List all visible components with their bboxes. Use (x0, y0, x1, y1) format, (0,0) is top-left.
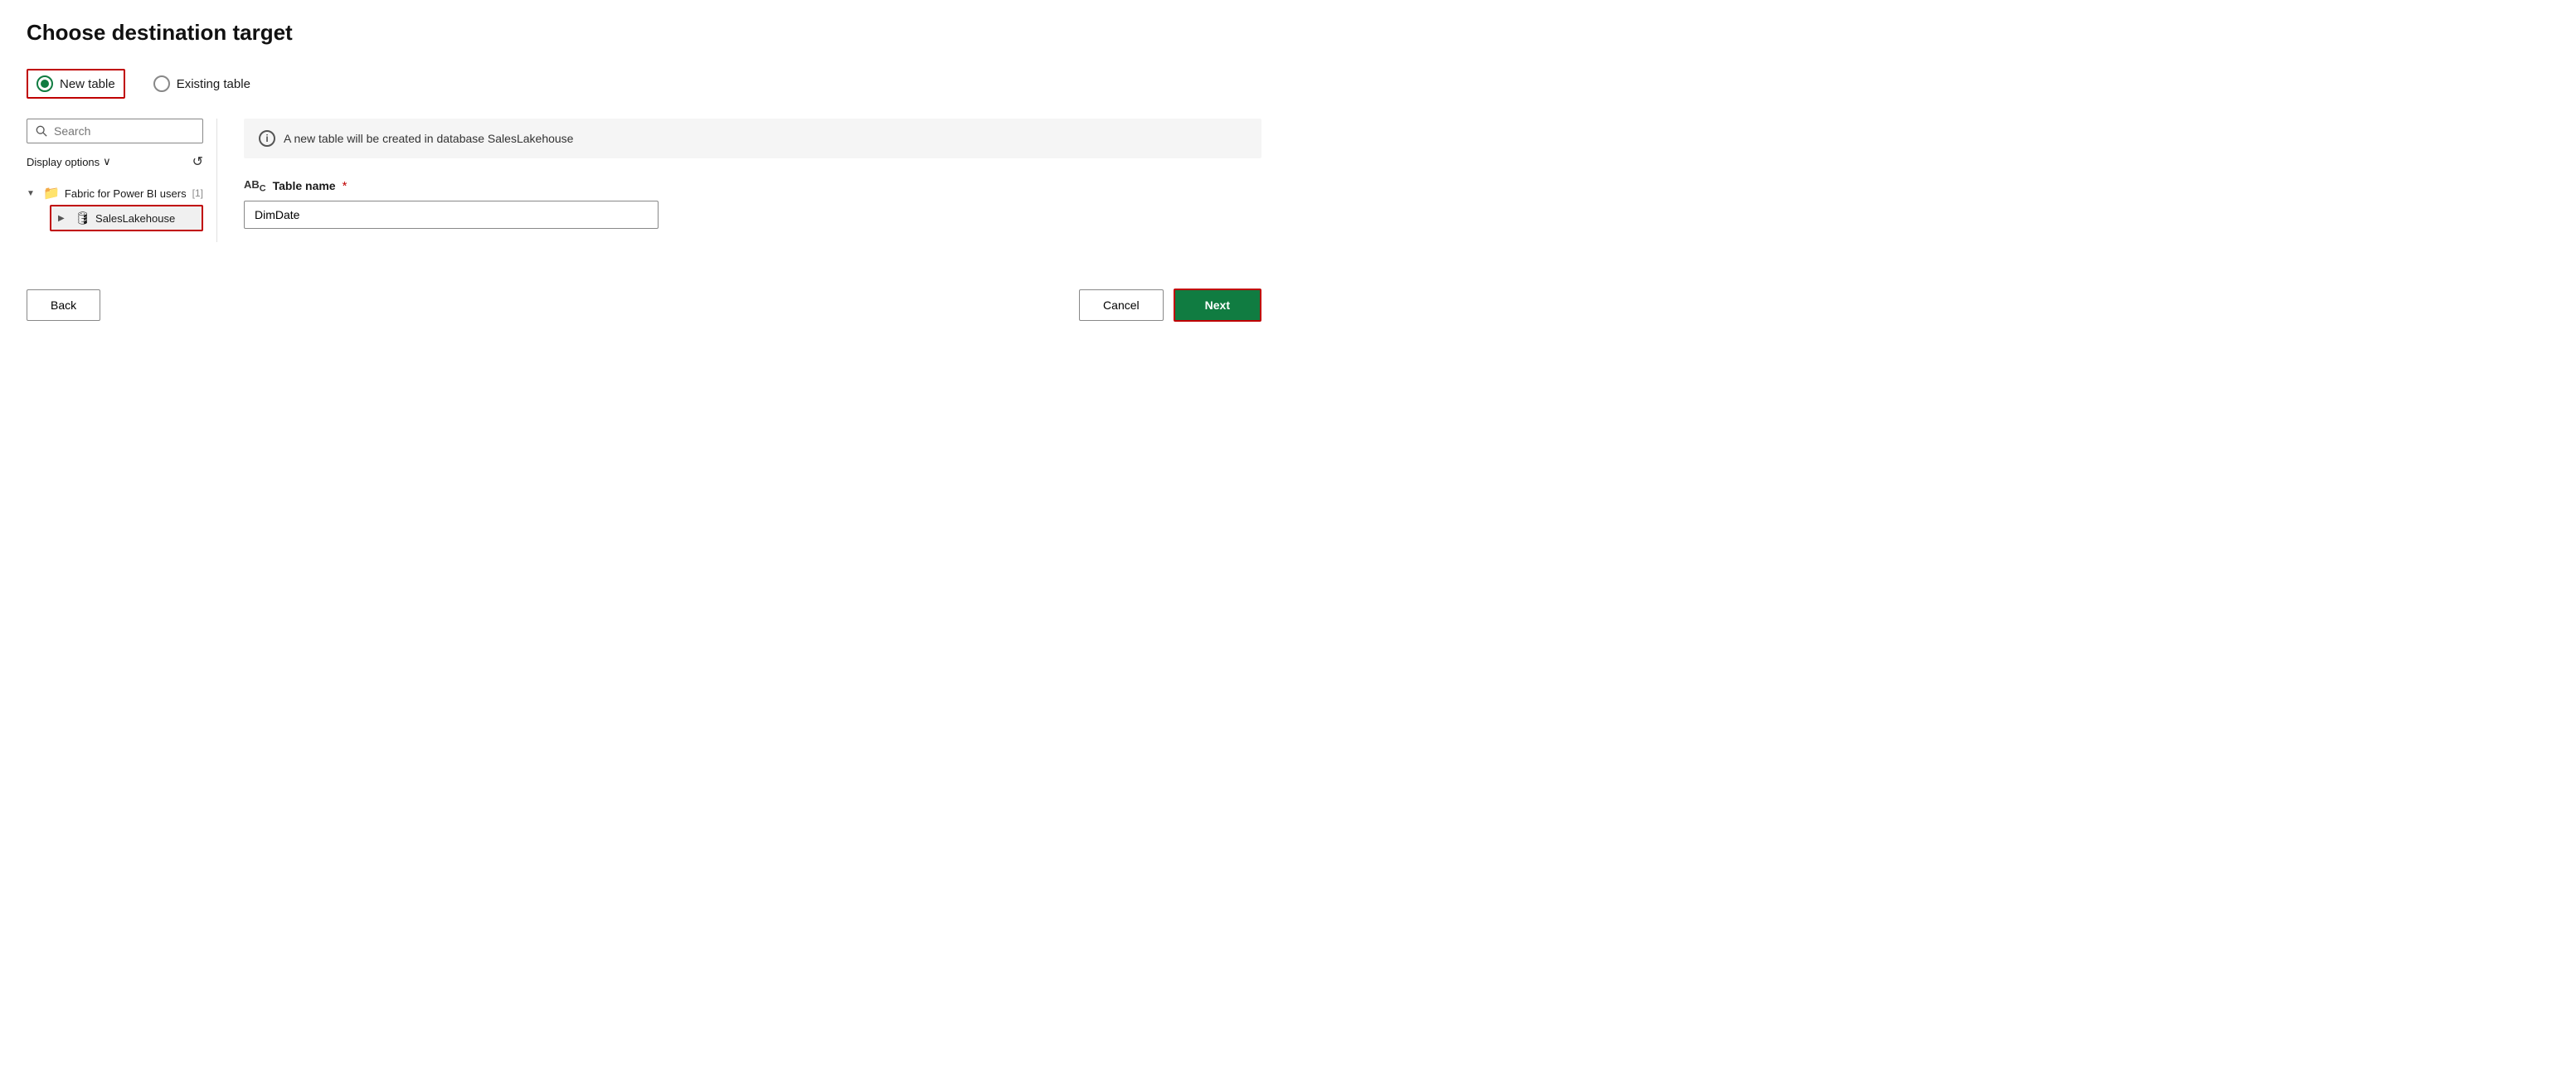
radio-new-table[interactable]: New table (27, 69, 125, 99)
search-icon (36, 125, 47, 137)
table-name-label-row: ABC Table name * (244, 178, 1261, 194)
required-star: * (343, 179, 348, 193)
table-name-input[interactable] (244, 201, 659, 229)
workspace-count: [1] (192, 187, 203, 199)
radio-existing-table[interactable]: Existing table (145, 70, 259, 97)
lakehouse-chevron-icon[interactable]: ▶ (58, 214, 70, 223)
cancel-button[interactable]: Cancel (1079, 289, 1164, 321)
left-panel: Display options ∨ ↺ ▼ 📁 Fabric for Power… (27, 119, 217, 242)
workspace-item[interactable]: ▼ 📁 Fabric for Power BI users [1] (27, 182, 203, 205)
radio-circle-new-table (36, 75, 53, 92)
info-icon: i (259, 130, 275, 147)
lakehouse-icon: 🛢 (75, 211, 90, 226)
display-options-button[interactable]: Display options ∨ (27, 155, 111, 168)
tree-child: ▶ 🛢 SalesLakehouse (27, 205, 203, 231)
table-name-label: Table name (273, 179, 336, 192)
tree-area: ▼ 📁 Fabric for Power BI users [1] ▶ 🛢 Sa… (27, 182, 203, 231)
right-panel: i A new table will be created in databas… (217, 119, 1261, 242)
radio-group: New table Existing table (27, 69, 1261, 99)
table-name-section: ABC Table name * (244, 178, 1261, 229)
info-banner: i A new table will be created in databas… (244, 119, 1261, 158)
display-options-row: Display options ∨ ↺ (27, 153, 203, 170)
radio-circle-existing-table (153, 75, 170, 92)
main-content: Display options ∨ ↺ ▼ 📁 Fabric for Power… (27, 119, 1261, 242)
button-right-group: Cancel Next (1079, 289, 1261, 322)
info-banner-text: A new table will be created in database … (284, 132, 573, 145)
radio-existing-table-label: Existing table (177, 77, 250, 91)
folder-icon: 📁 (43, 185, 60, 201)
lakehouse-item[interactable]: ▶ 🛢 SalesLakehouse (50, 205, 203, 231)
refresh-icon[interactable]: ↺ (192, 153, 203, 170)
next-button[interactable]: Next (1174, 289, 1261, 322)
display-options-label: Display options (27, 156, 100, 168)
search-box[interactable] (27, 119, 203, 143)
radio-new-table-label: New table (60, 77, 115, 91)
abc-icon: ABC (244, 178, 266, 194)
workspace-label: Fabric for Power BI users (65, 187, 187, 200)
page-title: Choose destination target (27, 20, 1261, 46)
search-input[interactable] (54, 124, 194, 138)
back-button[interactable]: Back (27, 289, 100, 321)
chevron-down-icon: ∨ (103, 155, 111, 168)
workspace-chevron-icon[interactable]: ▼ (27, 189, 38, 198)
lakehouse-label: SalesLakehouse (95, 212, 175, 225)
bottom-bar: Back Cancel Next (27, 275, 1261, 322)
